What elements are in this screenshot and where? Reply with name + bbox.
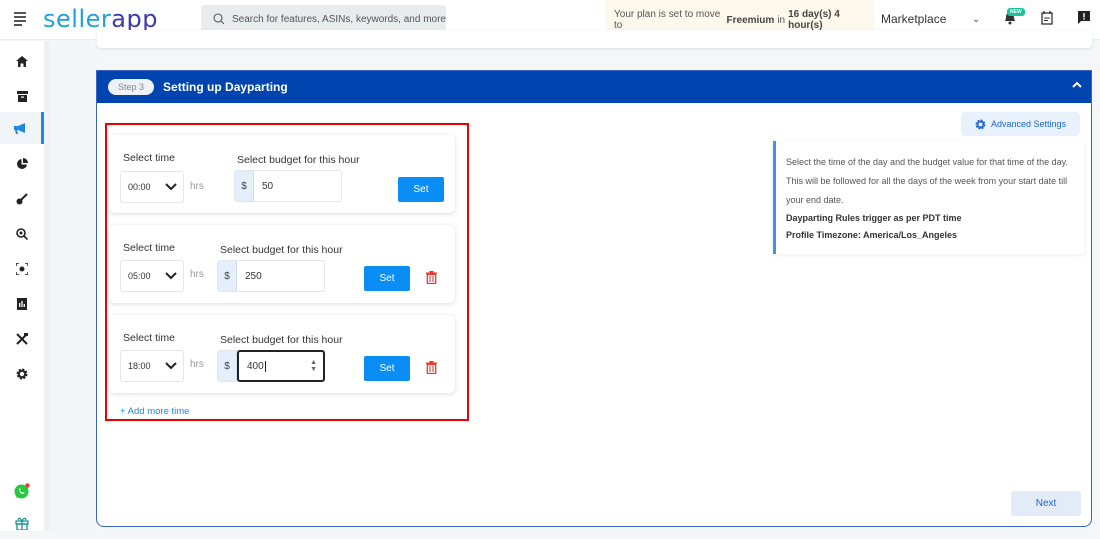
dayparting-rule-card: Select time Select budget for this hour … xyxy=(109,135,455,213)
plan-time: 16 day(s) 4 hour(s) xyxy=(788,9,840,31)
dayparting-panel: Step 3 Setting up Dayparting Select time… xyxy=(96,70,1092,527)
advanced-settings-label: Advanced Settings xyxy=(990,119,1067,129)
sidebar-item-campaigns[interactable] xyxy=(0,112,44,144)
set-button[interactable]: Set xyxy=(364,266,410,291)
crosshair-icon xyxy=(16,263,28,275)
hrs-label: hrs xyxy=(190,269,204,280)
sidebar-item-reports[interactable] xyxy=(0,288,44,320)
set-button[interactable]: Set xyxy=(364,356,410,381)
search-icon xyxy=(213,13,225,25)
time-select[interactable]: 05:00 xyxy=(120,260,184,292)
sidebar-item-tools[interactable] xyxy=(0,323,44,355)
time-value: 05:00 xyxy=(128,271,151,281)
info-timezone: Profile Timezone: America/Los_Angeles xyxy=(786,230,958,240)
hrs-label: hrs xyxy=(190,359,204,370)
sidebar-item-focus[interactable] xyxy=(0,253,44,285)
number-spinner-icon[interactable]: ▲ ▼ xyxy=(310,359,317,373)
info-box: Select the time of the day and the budge… xyxy=(773,141,1084,254)
gift-button[interactable] xyxy=(0,507,44,539)
gear-icon xyxy=(975,119,986,129)
time-value: 18:00 xyxy=(128,361,151,371)
sidebar xyxy=(0,41,50,531)
sidebar-item-keywords[interactable] xyxy=(0,183,44,215)
budget-input[interactable]: $50 xyxy=(234,170,342,202)
dayparting-rule-card: Select time Select budget for this hour … xyxy=(109,315,455,393)
sellerapp-logo[interactable]: sellerapp xyxy=(43,5,158,33)
report-icon xyxy=(17,298,27,310)
add-more-time-link[interactable]: + Add more time xyxy=(120,406,189,417)
dayparting-rule-card: Select time Select budget for this hour … xyxy=(109,225,455,303)
currency-prefix: $ xyxy=(235,171,254,201)
chevron-down-icon[interactable]: ⌄ xyxy=(972,14,980,25)
gear-icon xyxy=(16,368,28,380)
trash-icon[interactable] xyxy=(426,361,437,374)
sidebar-item-settings[interactable] xyxy=(0,358,44,390)
budget-input[interactable]: $400 ▲ ▼ xyxy=(217,350,325,382)
panel-header[interactable]: Step 3 Setting up Dayparting xyxy=(97,71,1091,103)
new-badge: NEW xyxy=(1007,8,1025,16)
chevron-down-icon xyxy=(165,183,177,191)
budget-label: Select budget for this hour xyxy=(220,244,343,256)
sidebar-item-research[interactable] xyxy=(0,218,44,250)
currency-prefix: $ xyxy=(218,261,237,291)
budget-value: 250 xyxy=(245,270,262,282)
time-label: Select time xyxy=(123,152,175,164)
content-gutter xyxy=(50,41,100,531)
plan-prefix: Your plan is set to move to xyxy=(614,9,721,31)
info-text: Select the time of the day and the budge… xyxy=(786,157,1069,205)
hrs-label: hrs xyxy=(190,181,204,192)
advanced-settings-button[interactable]: Advanced Settings xyxy=(961,112,1080,136)
chevron-up-icon[interactable] xyxy=(1072,81,1082,88)
trash-icon[interactable] xyxy=(426,271,437,284)
tools-icon xyxy=(16,333,28,345)
whatsapp-icon xyxy=(14,483,30,499)
budget-input[interactable]: $250 xyxy=(217,260,325,292)
plan-name: Freemium xyxy=(726,14,775,26)
hamburger-menu-icon[interactable] xyxy=(14,12,26,26)
megaphone-icon xyxy=(14,122,25,134)
search-zoom-icon xyxy=(16,228,28,240)
search-placeholder: Search for features, ASINs, keywords, an… xyxy=(232,13,446,25)
budget-value: 400 xyxy=(247,360,264,372)
sidebar-item-home[interactable] xyxy=(0,45,44,77)
step-badge: Step 3 xyxy=(108,79,155,95)
home-icon xyxy=(16,55,28,67)
next-button[interactable]: Next xyxy=(1011,491,1081,516)
marketplace-selector[interactable]: Marketplace xyxy=(881,12,946,26)
time-label: Select time xyxy=(123,242,175,254)
logo-accent: app xyxy=(111,5,158,33)
sidebar-item-analytics[interactable] xyxy=(0,148,44,180)
plan-mid: in xyxy=(777,14,786,26)
calendar-icon[interactable] xyxy=(1041,11,1053,25)
time-select[interactable]: 00:00 xyxy=(120,171,184,203)
budget-label: Select budget for this hour xyxy=(220,334,343,346)
chevron-down-icon xyxy=(165,362,177,370)
search-input[interactable]: Search for features, ASINs, keywords, an… xyxy=(201,5,446,33)
info-rule: Dayparting Rules trigger as per PDT time xyxy=(786,213,962,223)
whatsapp-button[interactable] xyxy=(0,475,44,507)
chevron-down-icon xyxy=(165,272,177,280)
archive-icon xyxy=(16,90,28,102)
panel-title: Setting up Dayparting xyxy=(163,80,288,94)
sidebar-item-archive[interactable] xyxy=(0,80,44,112)
previous-step-card xyxy=(97,30,1092,48)
gift-icon xyxy=(15,517,29,530)
logo-text: seller xyxy=(43,5,112,33)
time-value: 00:00 xyxy=(128,182,151,192)
currency-prefix: $ xyxy=(218,351,237,381)
time-select[interactable]: 18:00 xyxy=(120,350,184,382)
rules-highlight-box: Select time Select budget for this hour … xyxy=(105,123,469,421)
key-icon xyxy=(16,193,28,205)
feedback-icon[interactable] xyxy=(1078,11,1090,24)
budget-label: Select budget for this hour xyxy=(237,154,360,166)
pie-chart-icon xyxy=(17,158,28,169)
budget-value: 50 xyxy=(262,180,274,192)
time-label: Select time xyxy=(123,332,175,344)
set-button[interactable]: Set xyxy=(398,177,444,202)
text-cursor xyxy=(264,360,266,372)
budget-value-field[interactable]: 400 ▲ ▼ xyxy=(237,350,325,382)
